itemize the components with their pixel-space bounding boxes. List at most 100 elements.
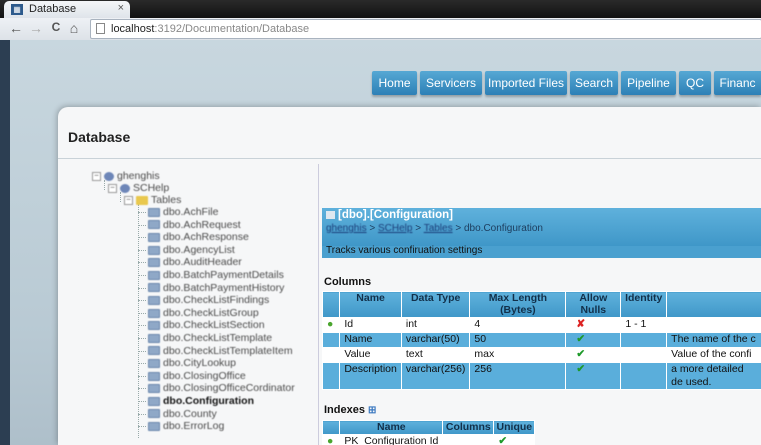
cell-identity — [620, 362, 668, 390]
tree-node-table[interactable]: dbo.ErrorLog — [148, 420, 224, 432]
breadcrumb-current: dbo.Configuration — [464, 223, 543, 234]
browser-tab[interactable]: ▦ Database × — [4, 1, 130, 18]
table-icon — [148, 308, 160, 318]
cell-name: Name — [339, 332, 402, 348]
breadcrumb-link[interactable]: ghenghis — [326, 223, 367, 234]
tree-node-label: dbo.CheckListTemplateItem — [163, 344, 293, 357]
title-divider — [58, 158, 761, 159]
page-background: Home Servicers Imported Files Search Pip… — [10, 40, 761, 445]
tree-node-label: dbo.BatchPaymentDetails — [163, 269, 284, 281]
table-row: Name varchar(50) 50 ✔ The name of the c — [321, 332, 761, 348]
tree-node-label: dbo.AuditHeader — [163, 256, 242, 269]
nav-pipeline[interactable]: Pipeline — [621, 71, 676, 95]
tree-node-label: dbo.AchFile — [163, 206, 219, 218]
cell-type: int — [400, 317, 471, 333]
cell-nulls: ✔ — [565, 362, 622, 390]
tree-node-table[interactable]: dbo.ClosingOfficeCordinator — [148, 382, 295, 394]
server-icon — [104, 171, 114, 181]
nav-servicers[interactable]: Servicers — [420, 71, 482, 95]
back-arrow-icon[interactable]: ← — [8, 20, 24, 36]
tree-node-table[interactable]: dbo.AchResponse — [148, 231, 249, 243]
tree-node-table[interactable]: dbo.CheckListGroup — [148, 307, 259, 319]
tree-node-table[interactable]: dbo.CheckListTemplate — [148, 332, 272, 344]
tree-node-table[interactable]: dbo.CheckListTemplateItem — [148, 345, 293, 357]
nav-search[interactable]: Search — [570, 71, 618, 95]
column-header: Data Type — [400, 291, 471, 318]
cell-nulls: ✘ — [565, 317, 622, 333]
cell-length: 4 — [469, 317, 567, 333]
tree-node-label: dbo.ClosingOfficeCordinator — [163, 382, 295, 395]
cell-name: Value — [339, 347, 402, 363]
tree-node-table[interactable]: dbo.ClosingOffice — [148, 370, 246, 382]
collapse-icon[interactable]: − — [92, 171, 101, 181]
index-key-icon: ● — [327, 435, 334, 445]
table-icon — [148, 232, 160, 242]
tree-node-table[interactable]: dbo.AuditHeader — [148, 256, 242, 268]
database-icon — [120, 183, 130, 193]
tree-connector — [138, 312, 146, 314]
nav-qc[interactable]: QC — [679, 71, 711, 95]
browser-toolbar: ← → C ⌂ localhost:3192/Documentation/Dat… — [0, 18, 761, 41]
cell-type: text — [400, 347, 471, 363]
tree-node-table[interactable]: dbo.BatchPaymentHistory — [148, 282, 284, 294]
table-icon — [148, 245, 160, 255]
cell-desc: a more detailed de used. — [666, 362, 761, 390]
cell-name: PK_Configuration Id — [339, 434, 444, 445]
tree-node-label: SCHelp — [133, 182, 170, 194]
tree-node-label: dbo.County — [163, 407, 217, 420]
tree-node-table[interactable]: dbo.CheckListSection — [148, 319, 265, 331]
cell-desc — [666, 317, 761, 333]
tree-node-label: dbo.CheckListSection — [163, 319, 265, 332]
tree-connector — [138, 413, 146, 415]
breadcrumb-link[interactable]: Tables — [424, 223, 453, 234]
address-bar[interactable]: localhost:3192/Documentation/Database — [90, 19, 761, 39]
tree-connector — [138, 212, 146, 213]
breadcrumb-separator: > — [366, 223, 378, 234]
table-icon — [148, 283, 160, 293]
tree-node-table[interactable]: dbo.BatchPaymentDetails — [148, 269, 284, 281]
tree-connector — [138, 204, 139, 438]
table-icon — [148, 220, 160, 230]
tree-node-label: Tables — [151, 194, 182, 206]
nav-finance[interactable]: Financ — [714, 71, 761, 95]
tree-node-server[interactable]: − ghenghis — [92, 170, 160, 182]
tree-connector — [138, 325, 146, 327]
tree-node-table[interactable]: dbo.AchFile — [148, 206, 218, 218]
cell-type: varchar(256) — [400, 362, 471, 390]
tree-node-table[interactable]: dbo.Configuration — [148, 395, 254, 407]
indexes-table: Name Columns Unique ● PK_Configuration Id… — [321, 420, 536, 445]
table-icon — [148, 396, 160, 406]
tab-close-icon[interactable]: × — [118, 2, 124, 14]
column-header-key — [321, 291, 341, 318]
tree-node-table[interactable]: dbo.CheckListFindings — [148, 294, 269, 306]
tree-node-label: dbo.Configuration — [163, 395, 254, 407]
table-icon — [148, 358, 160, 368]
desktop-strip — [0, 40, 10, 445]
columns-body: ● Id int 4 ✘ 1 - 1 Name varchar(50) 50 ✔ The name … — [321, 317, 761, 390]
collapse-icon[interactable]: − — [124, 195, 133, 205]
table-description: Tracks various confiruation settings — [326, 245, 483, 256]
tree-node-table[interactable]: dbo.County — [148, 408, 217, 420]
collapse-icon[interactable]: − — [108, 183, 117, 193]
tree-node-database[interactable]: − SCHelp — [108, 182, 169, 194]
tree-connector — [138, 287, 146, 289]
cell-identity: 1 - 1 — [620, 317, 668, 333]
tree-connector — [138, 426, 146, 428]
cell-desc: Value of the confi — [666, 347, 761, 363]
tree-node-label: dbo.CityLookup — [163, 357, 236, 370]
forward-arrow-icon[interactable]: → — [28, 20, 44, 36]
home-icon[interactable]: ⌂ — [66, 20, 82, 36]
tree-node-table[interactable]: dbo.AgencyList — [148, 244, 235, 256]
tree-node-tables-folder[interactable]: − Tables — [124, 194, 181, 206]
hierarchy-icon: ⊞ — [368, 405, 377, 416]
breadcrumb: ghenghis > SCHelp > Tables > dbo.Configu… — [326, 223, 543, 234]
nav-imported-files[interactable]: Imported Files — [485, 71, 567, 95]
detail-header: [dbo].[Configuration] ghenghis > SCHelp … — [322, 208, 761, 258]
reload-icon[interactable]: C — [48, 20, 64, 34]
tree-connector — [138, 338, 146, 339]
tree-node-table[interactable]: dbo.CityLookup — [148, 357, 236, 369]
breadcrumb-link[interactable]: SCHelp — [378, 223, 412, 234]
tree-node-table[interactable]: dbo.AchRequest — [148, 219, 241, 231]
cell-nulls: ✔ — [565, 347, 622, 363]
nav-home[interactable]: Home — [372, 71, 417, 95]
